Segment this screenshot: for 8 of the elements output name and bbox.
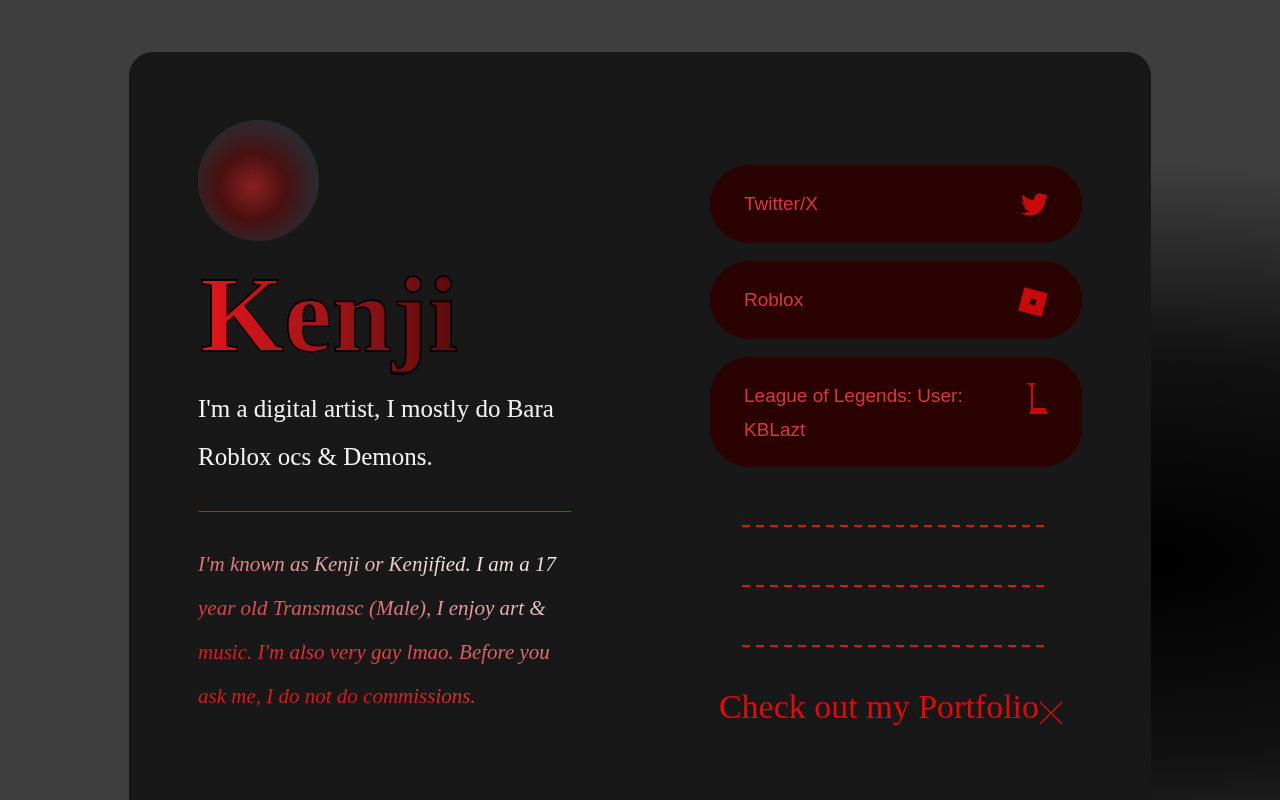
social-link[interactable]: Roblox — [710, 261, 1082, 339]
portfolio-link[interactable]: Check out my Portfolio — [718, 687, 1064, 727]
social-link[interactable]: Twitter/X — [710, 165, 1082, 243]
tagline: I'm a digital artist, I mostly do Bara Roblox ocs & Demons. — [198, 394, 555, 472]
social-link[interactable]: League of Legends: User: KBLazt — [710, 357, 1082, 467]
l-logo-icon — [1026, 383, 1048, 415]
x-icon — [1039, 701, 1064, 725]
bird-icon — [1021, 191, 1048, 218]
